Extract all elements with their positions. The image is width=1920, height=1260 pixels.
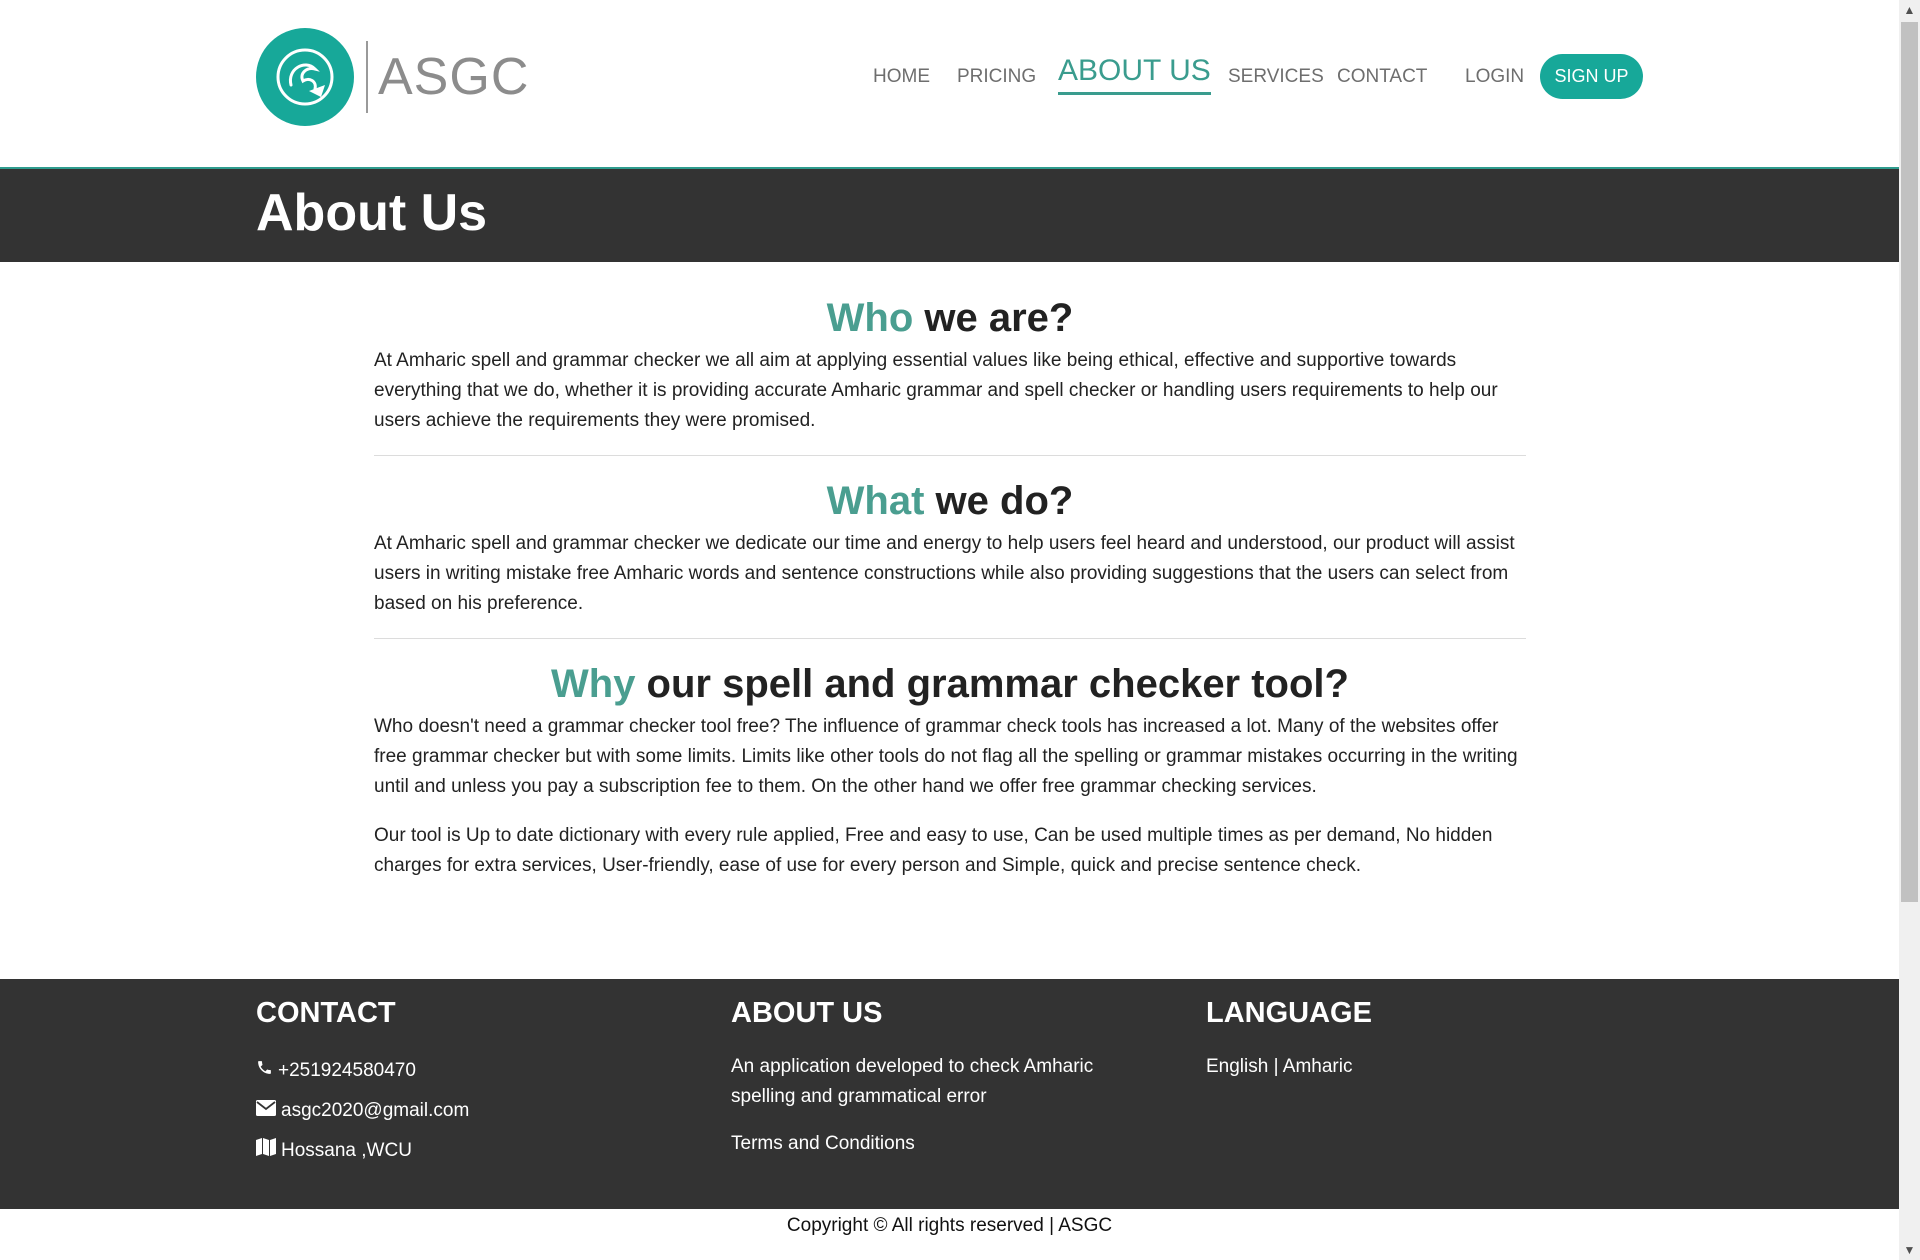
footer-location: Hossana ,WCU	[256, 1136, 412, 1166]
section-heading: Who we are?	[374, 290, 1526, 346]
location-text: Hossana ,WCU	[281, 1140, 412, 1161]
footer-email: asgc2020@gmail.com	[256, 1096, 469, 1126]
scroll-up-icon[interactable]: ▲	[1899, 0, 1920, 20]
brand-name: ASGC	[378, 48, 530, 106]
section-paragraph: Our tool is Up to date dictionary with e…	[374, 825, 1493, 876]
section-divider	[374, 455, 1526, 456]
footer-about: ABOUT US An application developed to che…	[731, 993, 1151, 1154]
logo-divider	[366, 41, 368, 113]
language-english[interactable]: English	[1206, 1056, 1268, 1077]
who-we-are-section: Who we are? At Amharic spell and grammar…	[374, 290, 1526, 436]
footer-phone: +251924580470	[256, 1056, 416, 1086]
footer-language: LANGUAGE English | Amharic	[1206, 993, 1606, 1077]
section-paragraph: At Amharic spell and grammar checker we …	[374, 350, 1498, 431]
page: ASGC HOME PRICING ABOUT US SERVICES CONT…	[0, 0, 1899, 1260]
section-heading: Why our spell and grammar checker tool?	[374, 656, 1526, 712]
footer-about-title: ABOUT US	[731, 997, 883, 1029]
section-heading: What we do?	[374, 473, 1526, 529]
language-switcher: English | Amharic	[1206, 1052, 1352, 1082]
heading-accent: What	[826, 479, 925, 523]
map-icon	[256, 1136, 281, 1166]
terms-link[interactable]: Terms and Conditions	[731, 1129, 915, 1159]
section-paragraph: At Amharic spell and grammar checker we …	[374, 533, 1515, 614]
what-we-do-section: What we do? At Amharic spell and grammar…	[374, 473, 1526, 619]
login-link[interactable]: LOGIN	[1465, 66, 1524, 88]
footer-contact-title: CONTACT	[256, 997, 396, 1029]
site-header: ASGC HOME PRICING ABOUT US SERVICES CONT…	[0, 0, 1899, 169]
email-address[interactable]: asgc2020@gmail.com	[281, 1096, 469, 1126]
nav-about-us[interactable]: ABOUT US	[1058, 54, 1211, 95]
phone-number[interactable]: +251924580470	[278, 1056, 416, 1086]
section-divider	[374, 638, 1526, 639]
heading-rest: we are?	[913, 296, 1074, 340]
copyright: Copyright © All rights reserved | ASGC	[786, 1215, 1113, 1236]
title-banner: About Us	[0, 169, 1899, 262]
language-amharic[interactable]: Amharic	[1283, 1056, 1353, 1077]
envelope-icon	[256, 1096, 281, 1126]
footer-about-description: An application developed to check Amhari…	[731, 1056, 1094, 1107]
heading-accent: Why	[551, 662, 636, 706]
page-title: About Us	[256, 184, 488, 242]
logo[interactable]: ASGC	[256, 28, 529, 126]
heading-rest: we do?	[924, 479, 1074, 523]
sign-up-button[interactable]: SIGN UP	[1540, 54, 1643, 99]
phone-icon	[256, 1056, 278, 1086]
vertical-scrollbar[interactable]: ▲ ▼	[1899, 0, 1920, 1260]
language-separator: |	[1268, 1056, 1283, 1077]
logo-mark-icon	[256, 28, 354, 126]
section-paragraph: Who doesn't need a grammar checker tool …	[374, 716, 1518, 797]
heading-rest: our spell and grammar checker tool?	[635, 662, 1349, 706]
about-content: Who we are? At Amharic spell and grammar…	[374, 290, 1526, 881]
nav-pricing[interactable]: PRICING	[957, 66, 1036, 88]
nav-services[interactable]: SERVICES	[1228, 66, 1324, 88]
scrollbar-thumb[interactable]	[1901, 22, 1918, 902]
site-footer: CONTACT +251924580470 asgc2020@gmail.com…	[0, 979, 1899, 1209]
why-our-tool-section: Why our spell and grammar checker tool? …	[374, 656, 1526, 881]
nav-contact[interactable]: CONTACT	[1337, 66, 1427, 88]
footer-language-title: LANGUAGE	[1206, 997, 1372, 1029]
nav-home[interactable]: HOME	[873, 66, 930, 88]
scroll-down-icon[interactable]: ▼	[1899, 1240, 1920, 1260]
footer-contact: CONTACT +251924580470 asgc2020@gmail.com…	[256, 993, 676, 1161]
heading-accent: Who	[826, 296, 914, 340]
